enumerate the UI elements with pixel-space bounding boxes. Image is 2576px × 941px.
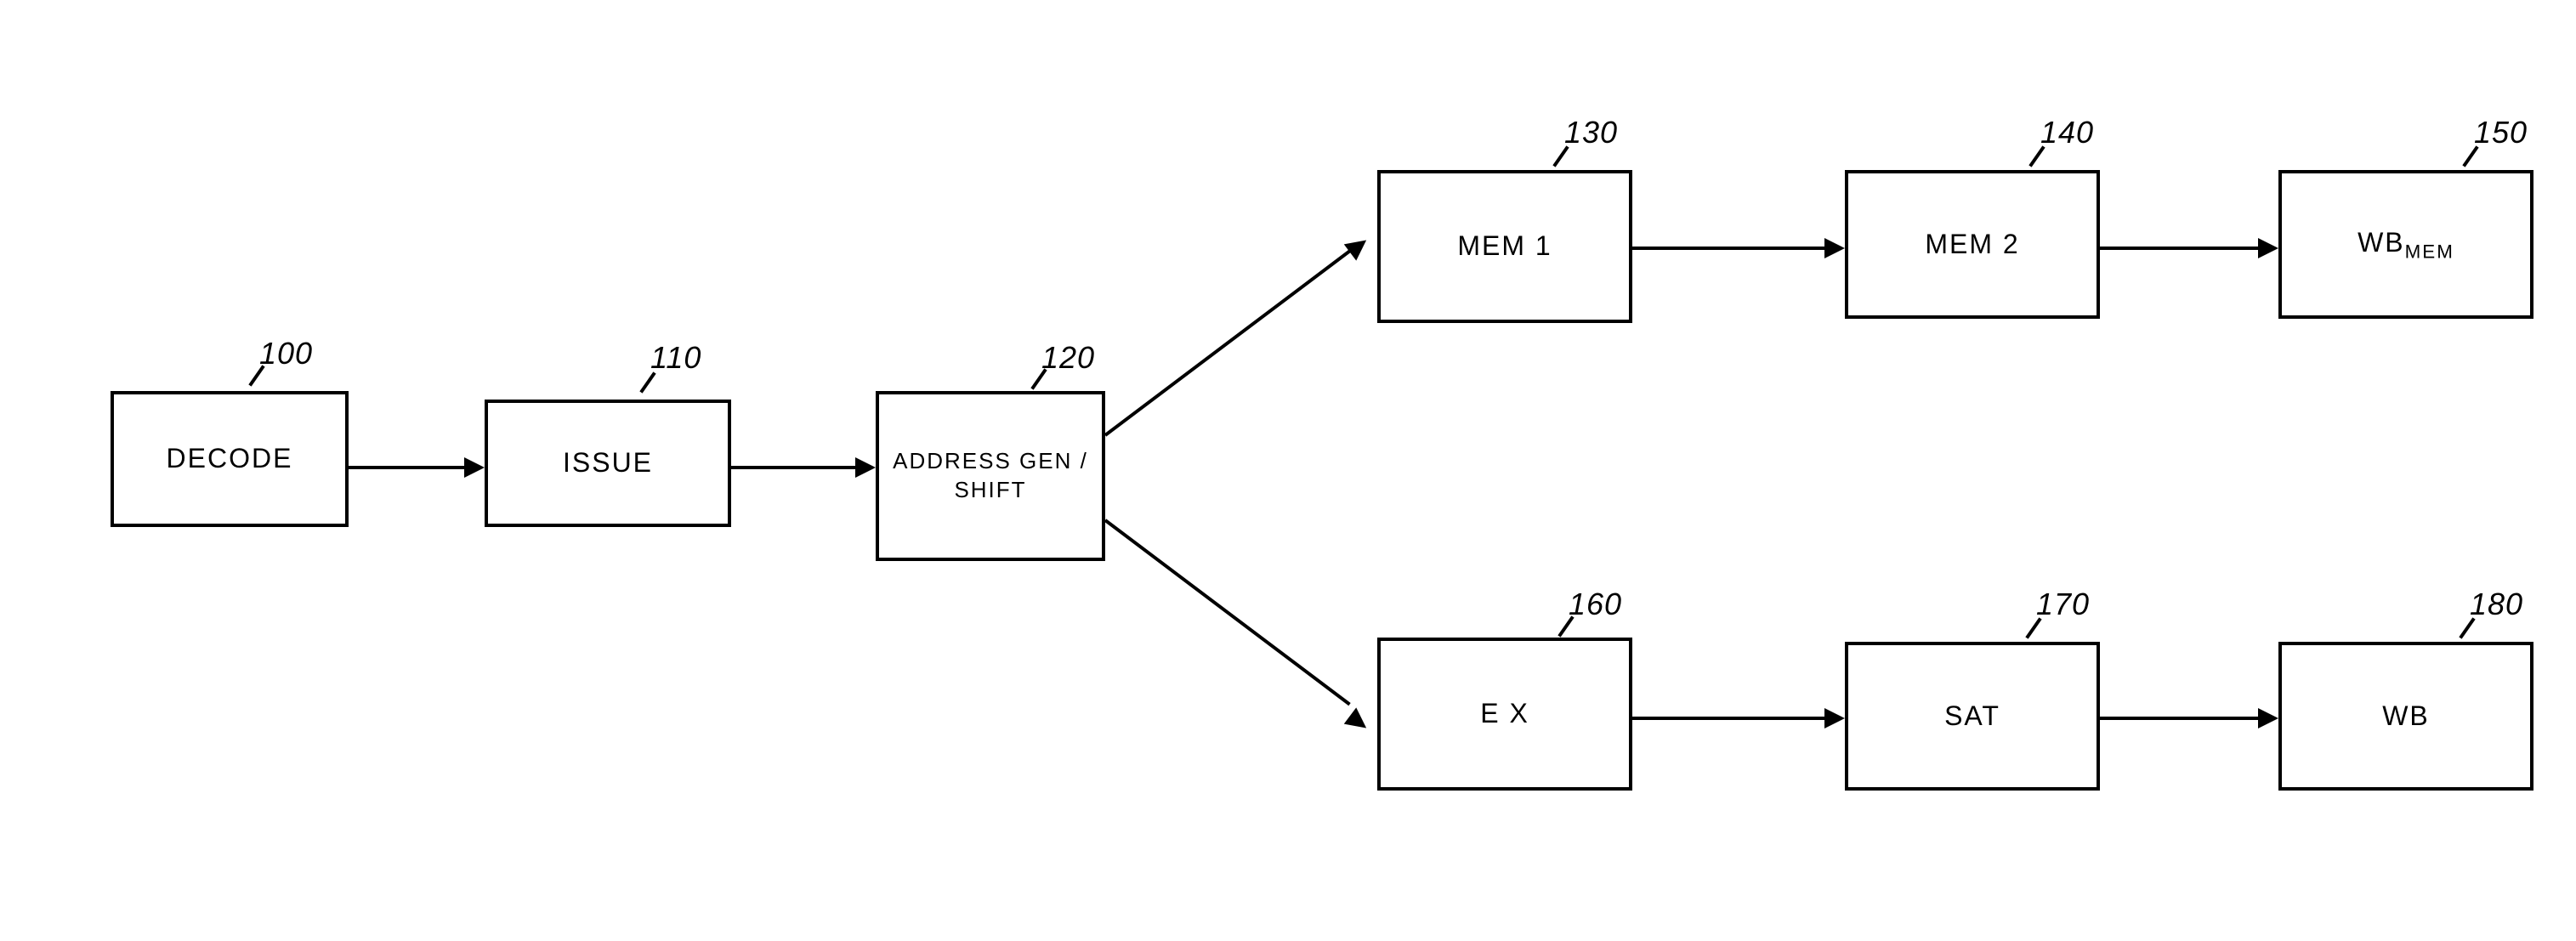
wbmem-sub: MEM — [2405, 241, 2454, 262]
tick-mark — [639, 371, 655, 393]
arrow-line — [1104, 250, 1351, 437]
mem1-number: 130 — [1564, 115, 1618, 150]
tick-mark — [2462, 145, 2478, 167]
arrow-line — [349, 466, 464, 469]
mem2-block: MEM 2 — [1845, 170, 2100, 319]
tick-mark — [2459, 617, 2475, 638]
decode-block: DECODE — [111, 391, 349, 527]
wb-number: 180 — [2470, 587, 2523, 622]
arrow-head-icon — [2258, 708, 2278, 728]
arrow-line — [2100, 247, 2258, 250]
addrgen-block: ADDRESS GEN / SHIFT — [876, 391, 1105, 561]
decode-number: 100 — [259, 336, 313, 371]
ex-label: E X — [1480, 696, 1529, 732]
wbmem-label: WBMEM — [2358, 225, 2454, 264]
sat-label: SAT — [1944, 699, 2000, 734]
mem2-label: MEM 2 — [1925, 227, 2019, 263]
issue-label: ISSUE — [563, 445, 653, 481]
tick-mark — [2025, 617, 2041, 638]
arrow-line — [1104, 519, 1351, 706]
tick-mark — [248, 365, 264, 386]
mem1-block: MEM 1 — [1377, 170, 1632, 323]
tick-mark — [1558, 615, 1574, 637]
wbmem-number: 150 — [2474, 115, 2528, 150]
arrow-head-icon — [2258, 238, 2278, 258]
addrgen-number: 120 — [1041, 340, 1095, 376]
tick-mark — [2028, 145, 2045, 167]
wb-block: WB — [2278, 642, 2533, 791]
decode-label: DECODE — [167, 441, 293, 477]
arrow-head-icon — [1824, 708, 1845, 728]
tick-mark — [1552, 145, 1569, 167]
issue-block: ISSUE — [485, 400, 731, 527]
arrow-head-icon — [855, 457, 876, 478]
arrow-head-icon — [1344, 232, 1373, 261]
tick-mark — [1030, 368, 1047, 389]
arrow-head-icon — [464, 457, 485, 478]
ex-number: 160 — [1569, 587, 1622, 622]
sat-number: 170 — [2036, 587, 2090, 622]
wbmem-block: WBMEM — [2278, 170, 2533, 319]
addrgen-label: ADDRESS GEN / SHIFT — [886, 447, 1095, 505]
sat-block: SAT — [1845, 642, 2100, 791]
arrow-line — [731, 466, 855, 469]
arrow-line — [2100, 717, 2258, 720]
arrow-line — [1632, 717, 1824, 720]
arrow-line — [1632, 247, 1824, 250]
arrow-head-icon — [1824, 238, 1845, 258]
arrow-head-icon — [1344, 707, 1373, 736]
issue-number: 110 — [650, 340, 701, 376]
wb-label: WB — [2382, 699, 2430, 734]
ex-block: E X — [1377, 638, 1632, 791]
mem1-label: MEM 1 — [1457, 229, 1552, 264]
wbmem-main: WB — [2358, 227, 2405, 258]
mem2-number: 140 — [2040, 115, 2094, 150]
